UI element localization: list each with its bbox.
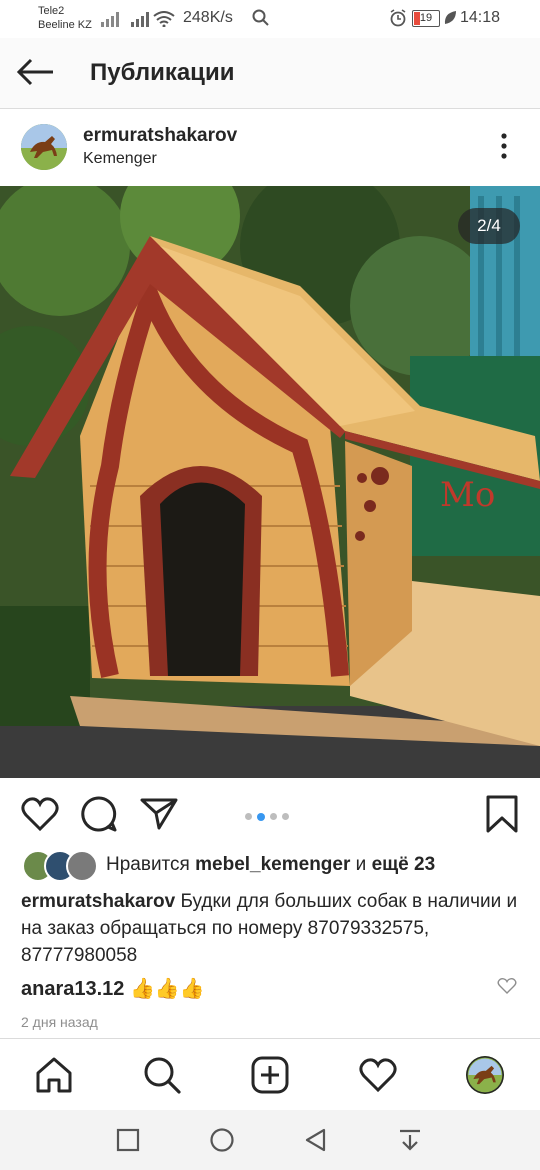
network-speed: 248K/s bbox=[183, 9, 233, 26]
battery-icon: 19 bbox=[412, 10, 440, 27]
carousel-indicator bbox=[245, 808, 294, 821]
carousel-dot bbox=[245, 813, 252, 821]
post-location[interactable]: Kemenger bbox=[83, 150, 157, 168]
back-arrow-icon[interactable] bbox=[16, 58, 56, 86]
avatar[interactable] bbox=[21, 124, 67, 170]
add-icon[interactable] bbox=[250, 1055, 290, 1095]
comment-icon[interactable] bbox=[79, 794, 119, 834]
profile-avatar[interactable] bbox=[466, 1056, 504, 1094]
comment-like-heart-icon[interactable] bbox=[497, 977, 517, 995]
bookmark-icon[interactable] bbox=[482, 794, 522, 834]
page-title: Публикации bbox=[90, 59, 235, 86]
comment: anara13.12 👍👍👍 bbox=[21, 976, 205, 1001]
post-caption: ermuratshakarov Будки для больших собак … bbox=[21, 888, 521, 969]
post-time-ago: 2 дня назад bbox=[21, 1014, 98, 1030]
home-circle-icon[interactable] bbox=[209, 1127, 235, 1153]
wifi-icon bbox=[153, 11, 175, 27]
likes-user[interactable]: mebel_kemenger bbox=[195, 854, 350, 875]
likes-summary[interactable]: Нравится mebel_kemenger и ещё 23 bbox=[106, 854, 435, 876]
carrier-1: Tele2 bbox=[38, 5, 65, 17]
clock: 14:18 bbox=[460, 9, 501, 26]
heart-icon[interactable] bbox=[20, 794, 60, 834]
carousel-dot bbox=[282, 813, 289, 821]
svg-text:Mo: Mo bbox=[440, 475, 495, 515]
post-username[interactable]: ermuratshakarov bbox=[83, 125, 237, 147]
signal-icon bbox=[101, 12, 119, 27]
carousel-dot bbox=[270, 813, 277, 821]
carousel-dot-active bbox=[257, 812, 265, 821]
leaf-icon bbox=[444, 11, 456, 24]
photo-counter: 2/4 bbox=[458, 208, 520, 244]
caption-username[interactable]: ermuratshakarov bbox=[21, 891, 175, 912]
notification-pull-icon[interactable] bbox=[397, 1127, 423, 1153]
liker-avatars[interactable] bbox=[22, 850, 98, 882]
activity-heart-icon[interactable] bbox=[358, 1055, 398, 1095]
app-header bbox=[0, 38, 540, 109]
signal-icon-2 bbox=[131, 12, 149, 27]
likes-more[interactable]: ещё 23 bbox=[372, 854, 436, 875]
likes-prefix: Нравится bbox=[106, 854, 190, 875]
comment-username[interactable]: anara13.12 bbox=[21, 978, 124, 1000]
send-icon[interactable] bbox=[139, 794, 179, 834]
post-photo[interactable]: Mo bbox=[0, 186, 540, 778]
recent-apps-icon[interactable] bbox=[115, 1127, 141, 1153]
system-nav-bar bbox=[0, 1110, 540, 1170]
search-icon[interactable] bbox=[142, 1055, 182, 1095]
back-triangle-icon[interactable] bbox=[303, 1127, 329, 1153]
carrier-info: Tele2 Beeline KZ bbox=[38, 4, 92, 32]
doghouse-image: Mo bbox=[0, 186, 540, 778]
carrier-2: Beeline KZ bbox=[38, 19, 92, 31]
home-icon[interactable] bbox=[34, 1055, 74, 1095]
more-options-icon[interactable] bbox=[494, 132, 514, 162]
likes-and: и bbox=[355, 854, 367, 875]
alarm-icon bbox=[390, 9, 406, 27]
search-icon bbox=[252, 9, 269, 26]
comment-text: 👍👍👍 bbox=[129, 978, 205, 1000]
avatar bbox=[66, 850, 98, 882]
battery-level: 19 bbox=[419, 12, 433, 24]
